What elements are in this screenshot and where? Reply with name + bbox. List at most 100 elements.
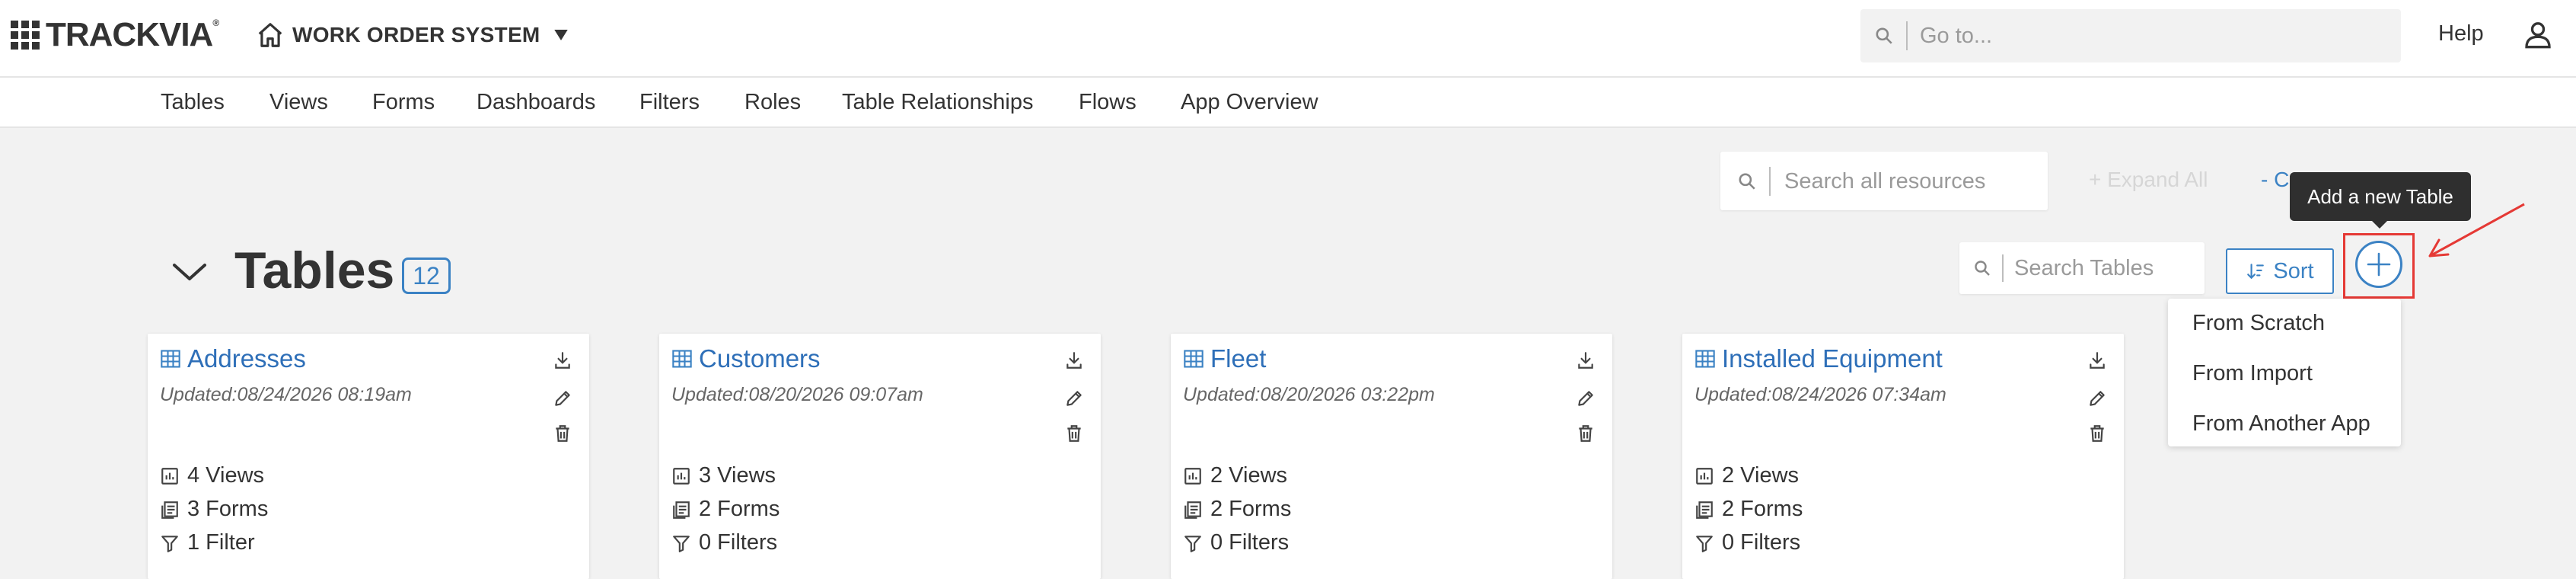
card-views-stat[interactable]: 3 Views — [671, 463, 776, 488]
add-table-button[interactable] — [2355, 241, 2402, 288]
card-forms-stat[interactable]: 2 Forms — [1183, 497, 1291, 522]
card-filters-label: 0 Filters — [1210, 530, 1290, 555]
card-updated: Updated:08/24/2026 08:19am — [160, 384, 412, 405]
nav-item-views[interactable]: Views — [269, 90, 328, 115]
card-title[interactable]: Customers — [699, 344, 821, 373]
forms-icon — [673, 501, 690, 519]
card-views-label: 2 Views — [1210, 463, 1288, 488]
trash-icon[interactable] — [1064, 424, 1084, 443]
card-forms-stat[interactable]: 3 Forms — [160, 497, 268, 522]
app-nav: Tables Views Forms Dashboards Filters Ro… — [0, 78, 2576, 128]
card-views-stat[interactable]: 4 Views — [160, 463, 264, 488]
card-title[interactable]: Addresses — [187, 344, 306, 373]
download-icon[interactable] — [553, 350, 572, 370]
card-filters-label: 0 Filters — [699, 530, 778, 555]
card-forms-stat[interactable]: 2 Forms — [1694, 497, 1803, 522]
search-all-resources — [1720, 152, 2048, 210]
card-views-stat[interactable]: 2 Views — [1183, 463, 1287, 488]
card-filters-stat[interactable]: 0 Filters — [1183, 530, 1289, 555]
table-icon — [672, 350, 692, 368]
download-icon[interactable] — [1576, 350, 1596, 370]
trash-icon[interactable] — [553, 424, 572, 443]
forms-icon — [1696, 501, 1713, 519]
sort-button[interactable]: Sort — [2226, 248, 2334, 294]
nav-item-dashboards[interactable]: Dashboards — [477, 90, 595, 115]
sort-icon — [2247, 264, 2265, 280]
nav-item-roles[interactable]: Roles — [744, 90, 801, 115]
menu-item-from-import[interactable]: From Import — [2192, 361, 2313, 386]
add-table-menu: From Scratch From Import From Another Ap… — [2168, 299, 2401, 446]
app-switcher[interactable]: WORK ORDER SYSTEM — [256, 18, 568, 52]
card-filters-stat[interactable]: 1 Filter — [160, 530, 255, 555]
forms-icon — [1184, 501, 1201, 519]
card-forms-label: 3 Forms — [187, 497, 269, 521]
card-forms-stat[interactable]: 2 Forms — [671, 497, 779, 522]
search-icon — [1739, 173, 1755, 190]
card-updated: Updated:08/20/2026 09:07am — [671, 384, 923, 405]
menu-item-from-scratch[interactable]: From Scratch — [2192, 311, 2325, 336]
user-icon[interactable] — [2523, 18, 2553, 50]
nav-item-app-overview[interactable]: App Overview — [1181, 90, 1318, 115]
goto-search — [1860, 9, 2401, 62]
collapse-all-button[interactable]: - C — [2261, 168, 2293, 192]
edit-icon[interactable] — [1576, 389, 1596, 408]
download-icon[interactable] — [1064, 350, 1084, 370]
card-views-stat[interactable]: 2 Views — [1694, 463, 1799, 488]
trash-icon[interactable] — [2087, 424, 2107, 443]
expand-all-button[interactable]: + Expand All — [2089, 168, 2208, 192]
chevron-down-icon[interactable] — [171, 258, 209, 288]
table-card-addresses: Addresses Updated:08/24/2026 08:19am 4 V… — [148, 334, 589, 579]
card-filters-stat[interactable]: 0 Filters — [1694, 530, 1800, 555]
search-divider — [2002, 254, 2004, 282]
edit-icon[interactable] — [1064, 389, 1084, 408]
trash-icon[interactable] — [1576, 424, 1596, 443]
nav-item-tables[interactable]: Tables — [161, 90, 225, 115]
annotation-arrow-icon — [2428, 203, 2525, 258]
top-header: TRACKVIA® WORK ORDER SYSTEM Help — [0, 0, 2576, 78]
card-filters-stat[interactable]: 0 Filters — [671, 530, 777, 555]
trackvia-logo[interactable]: TRACKVIA® — [11, 18, 219, 52]
filter-icon — [673, 535, 690, 552]
menu-item-from-another-app[interactable]: From Another App — [2192, 411, 2370, 437]
edit-icon[interactable] — [553, 389, 572, 408]
nav-item-filters[interactable]: Filters — [639, 90, 700, 115]
edit-icon[interactable] — [2087, 389, 2107, 408]
page-title: Tables — [234, 242, 395, 299]
nav-item-table-relationships[interactable]: Table Relationships — [842, 90, 1033, 115]
card-filters-label: 1 Filter — [187, 530, 255, 555]
search-tables-input[interactable] — [2014, 253, 2194, 283]
help-link[interactable]: Help — [2438, 21, 2484, 46]
card-views-label: 4 Views — [187, 463, 265, 488]
card-filters-label: 0 Filters — [1722, 530, 1801, 555]
table-count-badge: 12 — [402, 258, 451, 294]
card-views-label: 3 Views — [699, 463, 776, 488]
views-icon — [1184, 467, 1201, 485]
card-forms-label: 2 Forms — [1210, 497, 1292, 521]
card-title-row[interactable]: Customers — [671, 344, 821, 373]
table-icon — [1184, 350, 1204, 368]
table-card-installed-equipment: Installed Equipment Updated:08/24/2026 0… — [1682, 334, 2124, 579]
filter-icon — [1184, 535, 1201, 552]
logo-grid-icon — [11, 21, 40, 50]
card-title[interactable]: Installed Equipment — [1722, 344, 1943, 373]
views-icon — [1696, 467, 1713, 485]
forms-icon — [161, 501, 178, 519]
card-title-row[interactable]: Addresses — [160, 344, 306, 373]
card-title-row[interactable]: Installed Equipment — [1694, 344, 1943, 373]
goto-input[interactable] — [1920, 20, 2377, 52]
search-all-input[interactable] — [1784, 165, 2036, 197]
card-title-row[interactable]: Fleet — [1183, 344, 1266, 373]
download-icon[interactable] — [2087, 350, 2107, 370]
caret-down-icon — [553, 30, 568, 40]
card-updated: Updated:08/24/2026 07:34am — [1694, 384, 1946, 405]
home-icon — [258, 23, 282, 47]
nav-item-flows[interactable]: Flows — [1079, 90, 1137, 115]
views-icon — [673, 467, 690, 485]
nav-item-forms[interactable]: Forms — [372, 90, 435, 115]
table-icon — [161, 350, 180, 368]
card-forms-label: 2 Forms — [1722, 497, 1803, 521]
card-title[interactable]: Fleet — [1210, 344, 1266, 373]
search-icon — [1876, 27, 1892, 44]
filter-icon — [1696, 535, 1713, 552]
plus-icon — [2367, 252, 2391, 277]
